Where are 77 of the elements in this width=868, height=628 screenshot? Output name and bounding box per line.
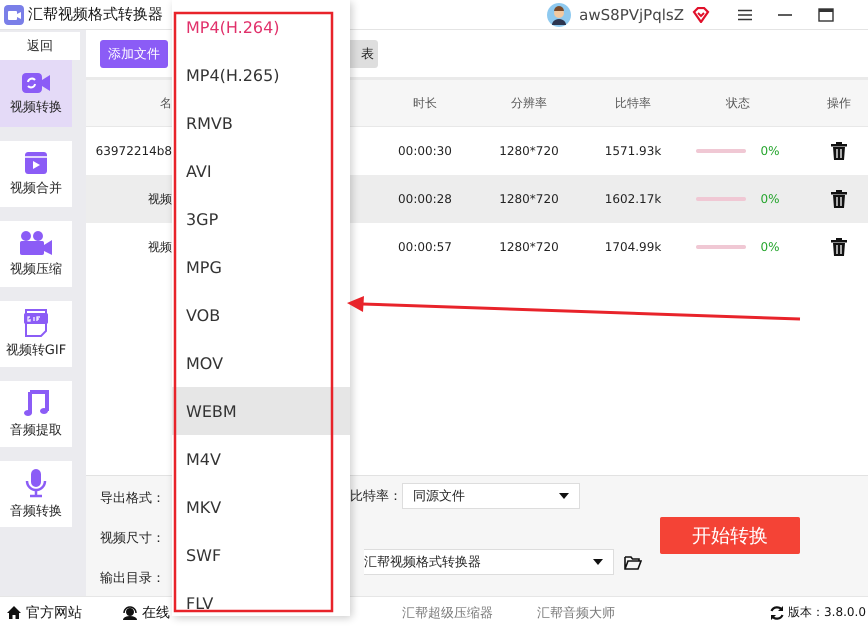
footer-link[interactable]: 在线 [122, 604, 170, 622]
progress-percent: 0% [760, 240, 780, 254]
username[interactable]: awS8PVjPqlsZ [579, 6, 684, 24]
format-option[interactable]: 3GP [172, 195, 350, 243]
column-header: 分辨率 [510, 94, 548, 112]
footer-link[interactable]: 汇帮超级压缩器 [402, 604, 493, 622]
format-option[interactable]: WEBM [172, 387, 350, 435]
minimize-icon[interactable] [778, 14, 792, 16]
progress-percent: 0% [760, 192, 780, 206]
column-header: 操作 [827, 94, 851, 112]
format-option[interactable]: MP4(H.264) [172, 3, 350, 51]
app-logo-icon [4, 4, 24, 24]
footer-link[interactable]: 官方网站 [6, 604, 82, 622]
video-clip-icon [24, 151, 48, 175]
maximize-icon[interactable] [818, 8, 834, 22]
format-option[interactable]: MOV [172, 339, 350, 387]
column-header: 比特率 [614, 94, 652, 112]
column-header: 名 [159, 94, 172, 112]
sidebar-item[interactable]: 视频合并 [0, 141, 72, 207]
field-label: 比特率： [350, 488, 402, 505]
sidebar-item[interactable]: 视频压缩 [0, 221, 72, 287]
column-header: 状态 [726, 94, 750, 112]
table-cell-text: 1280*720 [498, 240, 560, 254]
table-cell-text: 00:00:30 [397, 144, 453, 158]
trash-icon[interactable] [831, 238, 847, 256]
list-button[interactable]: 表 [350, 40, 378, 68]
refresh-icon[interactable] [769, 604, 786, 620]
format-option[interactable]: VOB [172, 291, 350, 339]
home-icon [6, 605, 22, 620]
caret-icon [559, 493, 569, 499]
bitrate-dropdown[interactable]: 同源文件 [402, 483, 580, 509]
progress-percent: 0% [760, 144, 780, 158]
gif-file-icon [23, 309, 49, 337]
format-option[interactable]: SWF [172, 531, 350, 579]
folder-icon[interactable] [624, 554, 642, 570]
music-note-icon [23, 389, 49, 417]
movie-camera-icon [19, 230, 53, 256]
format-option[interactable]: MPG [172, 243, 350, 291]
start-convert-button[interactable]: 开始转换 [660, 517, 800, 554]
table-cell-text: 视频 [147, 190, 172, 208]
version-label: 版本：3.8.0.0 [788, 604, 866, 621]
sidebar-item[interactable]: 视频转GIF [0, 301, 72, 367]
table-cell-text: 视频 [147, 238, 172, 256]
sidebar-item[interactable]: 音频转换 [0, 461, 72, 527]
vip-diamond-icon[interactable] [692, 6, 710, 22]
field-label: 输出目录： [100, 570, 166, 587]
caret-icon [593, 559, 603, 565]
format-option[interactable]: FLV [172, 579, 350, 616]
add-file-button[interactable]: 添加文件 [100, 40, 168, 68]
avatar-icon[interactable] [547, 2, 572, 26]
back-button[interactable]: 返回 [0, 32, 80, 60]
table-cell-text: 63972214b8 [94, 144, 172, 158]
trash-icon[interactable] [831, 190, 847, 208]
field-label: 视频尺寸： [100, 530, 166, 547]
sidebar-item[interactable]: 音频提取 [0, 381, 72, 447]
table-cell-text: 00:00:28 [397, 192, 453, 206]
format-option[interactable]: AVI [172, 147, 350, 195]
format-option[interactable]: M4V [172, 435, 350, 483]
column-header: 时长 [412, 94, 438, 112]
video-convert-icon [21, 72, 51, 94]
table-cell-text: 1280*720 [498, 144, 560, 158]
menu-icon[interactable] [738, 8, 752, 20]
table-cell-text: 00:00:57 [397, 240, 453, 254]
window-title: 汇帮视频格式转换器 [28, 5, 163, 24]
table-cell-text: 1704.99k [604, 240, 662, 254]
table-cell-text: 1602.17k [604, 192, 662, 206]
format-option[interactable]: MKV [172, 483, 350, 531]
table-cell-text: 1280*720 [498, 192, 560, 206]
format-option[interactable]: MP4(H.265) [172, 51, 350, 99]
headset-icon [122, 604, 138, 620]
footer-link[interactable]: 汇帮音频大师 [537, 604, 615, 622]
sidebar-item[interactable]: 视频转换 [0, 60, 72, 127]
table-cell-text: 1571.93k [604, 144, 662, 158]
output-folder-dropdown[interactable]: 汇帮视频格式转换器 [364, 549, 614, 575]
format-option[interactable]: RMVB [172, 99, 350, 147]
trash-icon[interactable] [831, 142, 847, 160]
microphone-icon [25, 468, 47, 498]
